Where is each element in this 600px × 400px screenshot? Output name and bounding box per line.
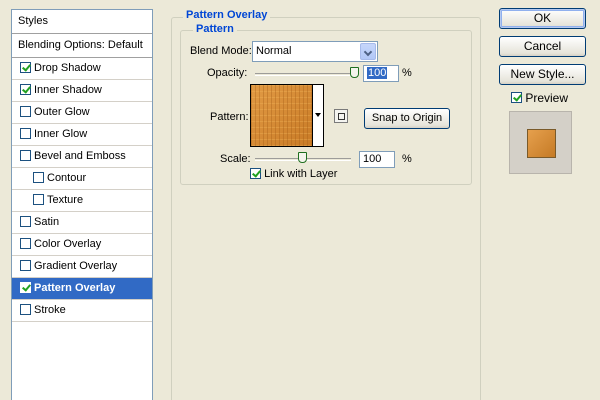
style-item-contour[interactable]: Contour — [12, 168, 152, 190]
snap-to-origin-button[interactable]: Snap to Origin — [364, 108, 450, 129]
scale-value: 100 — [363, 153, 382, 165]
opacity-input[interactable]: 100 — [363, 65, 399, 82]
pattern-label: Pattern: — [210, 111, 249, 123]
pattern-overlay-checkbox[interactable] — [20, 282, 31, 293]
blending-options-default[interactable]: Blending Options: Default — [12, 34, 152, 58]
style-item-label: Texture — [47, 194, 84, 206]
gradient-overlay-checkbox[interactable] — [20, 260, 31, 271]
color-overlay-checkbox[interactable] — [20, 238, 31, 249]
style-item-label: Color Overlay — [34, 238, 102, 250]
chevron-down-icon[interactable] — [360, 43, 376, 60]
link-with-layer-row[interactable]: Link with Layer — [250, 168, 337, 180]
styles-header[interactable]: Styles — [12, 10, 152, 34]
link-with-layer-checkbox[interactable] — [250, 168, 261, 179]
opacity-unit: % — [402, 67, 412, 79]
preview-label: Preview — [525, 91, 569, 105]
style-item-texture[interactable]: Texture — [12, 190, 152, 212]
blend-mode-value: Normal — [256, 45, 292, 57]
texture-checkbox[interactable] — [33, 194, 44, 205]
pattern-picker-arrow-icon[interactable] — [313, 84, 324, 147]
preview-swatch — [527, 129, 556, 158]
style-item-drop-shadow[interactable]: Drop Shadow — [12, 58, 152, 80]
opacity-slider-track[interactable] — [255, 73, 355, 76]
style-item-color-overlay[interactable]: Color Overlay — [12, 234, 152, 256]
style-item-outer-glow[interactable]: Outer Glow — [12, 102, 152, 124]
preview-row[interactable]: Preview — [511, 91, 568, 105]
style-preview — [509, 111, 572, 174]
style-item-label: Contour — [47, 172, 87, 184]
drop-shadow-checkbox[interactable] — [20, 62, 31, 73]
pattern-overlay-title: Pattern Overlay — [183, 9, 271, 21]
style-item-bevel-emboss[interactable]: Bevel and Emboss — [12, 146, 152, 168]
cancel-button[interactable]: Cancel — [499, 36, 586, 57]
style-item-label: Pattern Overlay — [34, 282, 116, 294]
outer-glow-checkbox[interactable] — [20, 106, 31, 117]
style-item-label: Drop Shadow — [34, 62, 101, 74]
satin-checkbox[interactable] — [20, 216, 31, 227]
new-preset-icon[interactable] — [334, 109, 348, 123]
style-item-pattern-overlay[interactable]: Pattern Overlay — [12, 278, 152, 300]
bevel-emboss-checkbox[interactable] — [20, 150, 31, 161]
style-item-label: Gradient Overlay — [34, 260, 118, 272]
style-item-label: Inner Glow — [34, 128, 88, 140]
scale-label: Scale: — [220, 153, 251, 165]
inner-glow-checkbox[interactable] — [20, 128, 31, 139]
scale-input[interactable]: 100 — [359, 151, 395, 168]
style-item-label: Stroke — [34, 304, 66, 316]
pattern-group-title: Pattern — [193, 23, 237, 35]
style-item-stroke[interactable]: Stroke — [12, 300, 152, 322]
stroke-checkbox[interactable] — [20, 304, 31, 315]
pattern-swatch[interactable] — [250, 84, 313, 147]
styles-list: Styles Blending Options: Default Drop Sh… — [11, 9, 153, 400]
new-style-button[interactable]: New Style... — [499, 64, 586, 85]
opacity-label: Opacity: — [207, 67, 248, 79]
ok-button[interactable]: OK — [499, 8, 586, 29]
style-item-inner-shadow[interactable]: Inner Shadow — [12, 80, 152, 102]
style-item-label: Outer Glow — [34, 106, 90, 118]
preview-checkbox[interactable] — [511, 92, 522, 103]
link-with-layer-label: Link with Layer — [264, 168, 338, 180]
style-item-label: Inner Shadow — [34, 84, 102, 96]
style-item-satin[interactable]: Satin — [12, 212, 152, 234]
opacity-slider-thumb[interactable] — [350, 67, 359, 78]
scale-slider-thumb[interactable] — [298, 152, 307, 163]
contour-checkbox[interactable] — [33, 172, 44, 183]
inner-shadow-checkbox[interactable] — [20, 84, 31, 95]
style-item-label: Bevel and Emboss — [34, 150, 126, 162]
style-item-gradient-overlay[interactable]: Gradient Overlay — [12, 256, 152, 278]
style-item-label: Satin — [34, 216, 60, 228]
blend-mode-select[interactable]: Normal — [252, 41, 378, 62]
style-item-inner-glow[interactable]: Inner Glow — [12, 124, 152, 146]
opacity-value: 100 — [367, 67, 388, 79]
blend-mode-label: Blend Mode: — [190, 45, 252, 57]
scale-unit: % — [402, 153, 412, 165]
